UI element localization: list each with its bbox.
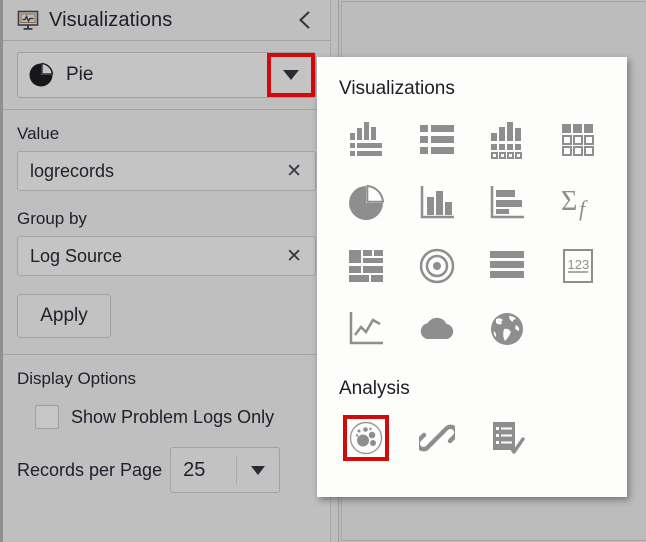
viz-option-vertical-bar-chart[interactable] [402, 171, 473, 234]
records-per-page-value: 25 [171, 459, 236, 482]
svg-text:f: f [579, 196, 588, 221]
group-by-field-value: Log Source [30, 246, 283, 267]
viz-option-list-view[interactable] [402, 108, 473, 171]
close-x-icon[interactable]: ✕ [283, 162, 305, 181]
analysis-option-link[interactable] [402, 406, 473, 469]
checklist-document-icon [489, 420, 525, 456]
analysis-grid-empty-cell [543, 406, 614, 469]
display-options-section: Display Options Show Problem Logs Only R… [3, 355, 330, 503]
show-problem-logs-label: Show Problem Logs Only [71, 407, 274, 428]
viz-option-pie-chart[interactable] [331, 171, 402, 234]
analysis-option-cluster-bubble[interactable] [331, 406, 402, 469]
show-problem-logs-row[interactable]: Show Problem Logs Only [35, 405, 316, 429]
vertical-bar-chart-icon [416, 183, 458, 223]
number-123-icon: 123 [557, 246, 599, 286]
chevron-left-icon[interactable] [294, 8, 316, 32]
stacked-bands-icon [486, 246, 528, 286]
treemap-icon [345, 246, 387, 286]
value-field-label: Value [17, 124, 316, 144]
visualization-type-value: Pie [66, 64, 267, 86]
sigma-function-icon: Σ f [557, 183, 599, 223]
pie-chart-icon [28, 62, 54, 88]
close-x-icon[interactable]: ✕ [283, 247, 305, 266]
viz-option-sigma-function[interactable]: Σ f [543, 171, 614, 234]
viz-option-globe-map[interactable] [472, 297, 543, 360]
visualizations-sidebar: Visualizations Pie [0, 0, 331, 542]
pie-chart-icon [345, 183, 387, 223]
app-root: Visualizations Pie [0, 0, 646, 542]
svg-text:Σ: Σ [561, 186, 577, 217]
column-grid-chart-icon [486, 120, 528, 160]
viz-option-line-chart[interactable] [331, 297, 402, 360]
apply-button[interactable]: Apply [17, 294, 111, 338]
viz-option-column-grid-chart[interactable] [472, 108, 543, 171]
records-per-page-select[interactable]: 25 [170, 447, 280, 493]
svg-text:123: 123 [567, 257, 589, 272]
visualization-type-row: Pie [3, 41, 330, 109]
horizontal-bar-chart-icon [486, 183, 528, 223]
sidebar-header: Visualizations [3, 0, 330, 40]
word-cloud-icon [416, 309, 458, 349]
viz-option-number-123[interactable]: 123 [543, 234, 614, 297]
visualization-icon-grid: Σ f [317, 100, 627, 360]
value-field-value: logrecords [30, 161, 283, 182]
viz-option-radial-target[interactable] [402, 234, 473, 297]
list-view-icon [416, 120, 458, 160]
visualization-type-dropdown-button[interactable] [267, 53, 315, 97]
viz-option-treemap[interactable] [331, 234, 402, 297]
page-title: Visualizations [49, 9, 294, 32]
globe-map-icon [486, 309, 528, 349]
viz-option-stacked-bands[interactable] [472, 234, 543, 297]
visualization-type-select[interactable]: Pie [17, 52, 316, 98]
show-problem-logs-checkbox[interactable] [35, 405, 59, 429]
highlight-box-cluster [343, 415, 389, 461]
group-by-field[interactable]: Log Source ✕ [17, 236, 316, 276]
triangle-down-icon [283, 70, 299, 80]
line-chart-icon [345, 309, 387, 349]
visualization-picker-popup: Visualizations [317, 57, 627, 497]
triangle-down-icon [251, 466, 265, 475]
display-options-title: Display Options [17, 369, 316, 389]
monitor-chart-icon [17, 9, 39, 31]
viz-option-bar-list-combo[interactable] [331, 108, 402, 171]
popup-analysis-heading: Analysis [317, 360, 627, 400]
radial-target-icon [416, 246, 458, 286]
analysis-option-checklist[interactable] [472, 406, 543, 469]
value-field[interactable]: logrecords ✕ [17, 151, 316, 191]
records-per-page-label: Records per Page [17, 460, 162, 481]
records-per-page-row: Records per Page 25 [17, 447, 316, 493]
bar-list-combo-icon [345, 120, 387, 160]
link-chain-icon [419, 420, 455, 456]
analysis-icon-grid [317, 400, 627, 469]
matrix-grid-icon [557, 120, 599, 160]
group-by-field-label: Group by [17, 209, 316, 229]
viz-option-word-cloud[interactable] [402, 297, 473, 360]
records-per-page-dropdown-button[interactable] [237, 466, 279, 475]
viz-option-horizontal-bar-chart[interactable] [472, 171, 543, 234]
viz-option-matrix-grid[interactable] [543, 108, 614, 171]
fields-section: Value logrecords ✕ Group by Log Source ✕… [3, 110, 330, 354]
popup-visualizations-heading: Visualizations [317, 57, 627, 100]
